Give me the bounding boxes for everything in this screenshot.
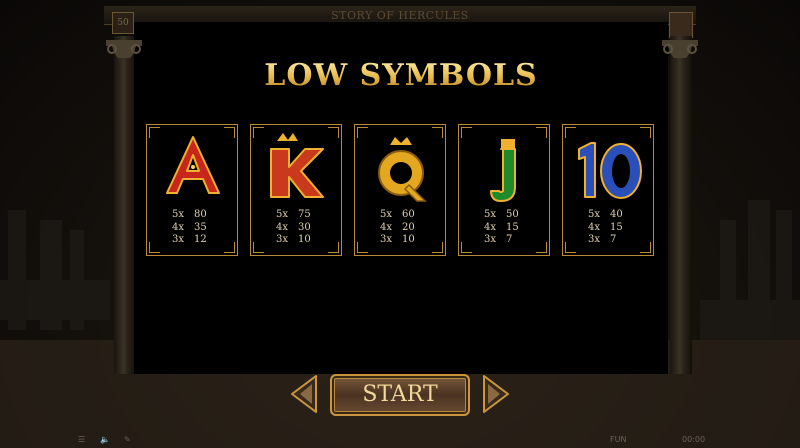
payout-list: 5x 50 4x 15 3x 7 <box>459 209 549 247</box>
arrow-left-icon[interactable] <box>290 374 320 414</box>
payout-list: 5x 60 4x 20 3x 10 <box>355 209 445 247</box>
letter-k-symbol-icon <box>270 133 324 198</box>
symbol-card-q: 5x 60 4x 20 3x 10 <box>354 124 446 256</box>
payout-row: 4x 30 <box>276 221 311 233</box>
speaker-icon[interactable]: 🔈 <box>100 435 110 444</box>
crown-icon <box>390 137 412 145</box>
letter-q-symbol-icon <box>378 137 427 202</box>
payout-row: 3x 10 <box>380 234 415 245</box>
left-pillar-capital <box>106 40 142 58</box>
payout-row: 5x 50 <box>484 209 519 220</box>
payout-row: 5x 40 <box>588 209 623 220</box>
payout-row: 5x 75 <box>276 209 311 220</box>
symbol-cards: 5x 80 4x 35 3x 12 5x 75 4x 30 3x 10 5x 60 4x 20 <box>144 124 656 258</box>
right-pillar-capital <box>662 40 698 58</box>
crown-icon <box>277 133 298 141</box>
symbol-card-j: 5x 50 4x 15 3x 7 <box>458 124 550 256</box>
letter-j-symbol-icon <box>490 139 516 202</box>
payout-row: 4x 35 <box>172 221 207 233</box>
wrench-icon[interactable]: ✎ <box>124 435 131 444</box>
payout-row: 5x 60 <box>380 209 415 220</box>
bottom-status-bar: ☰ 🔈 ✎ FUN 00:00 <box>70 434 730 448</box>
corner-ornament <box>669 12 693 38</box>
payout-row: 3x 12 <box>172 234 207 245</box>
start-button[interactable]: START <box>330 374 470 416</box>
payout-row: 4x 20 <box>380 221 415 233</box>
number-10-symbol-icon <box>578 142 642 199</box>
payout-row: 3x 7 <box>588 234 617 245</box>
symbol-card-k: 5x 75 4x 30 3x 10 <box>250 124 342 256</box>
paytable-heading: LOW SYMBOLS <box>134 58 668 93</box>
fun-label: FUN <box>610 435 627 444</box>
right-pillar <box>670 36 692 374</box>
payout-list: 5x 75 4x 30 3x 10 <box>251 209 341 247</box>
letter-a-symbol-icon <box>166 136 220 194</box>
bet-indicator: 50 <box>112 12 134 34</box>
payout-row: 4x 15 <box>588 221 623 233</box>
payout-row: 3x 10 <box>276 234 311 245</box>
payout-list: 5x 40 4x 15 3x 7 <box>563 209 653 247</box>
clock-readout: 00:00 <box>682 435 706 444</box>
payout-row: 3x 7 <box>484 234 513 245</box>
symbol-card-10: 5x 40 4x 15 3x 7 <box>562 124 654 256</box>
arrow-right-icon[interactable] <box>480 374 510 414</box>
payout-list: 5x 80 4x 35 3x 12 <box>147 209 237 247</box>
payout-row: 5x 80 <box>172 209 207 220</box>
menu-icon[interactable]: ☰ <box>78 435 85 444</box>
game-title: STORY OF HERCULES <box>331 9 469 22</box>
symbol-card-a: 5x 80 4x 35 3x 12 <box>146 124 238 256</box>
payout-row: 4x 15 <box>484 221 519 233</box>
left-pillar <box>114 36 136 374</box>
